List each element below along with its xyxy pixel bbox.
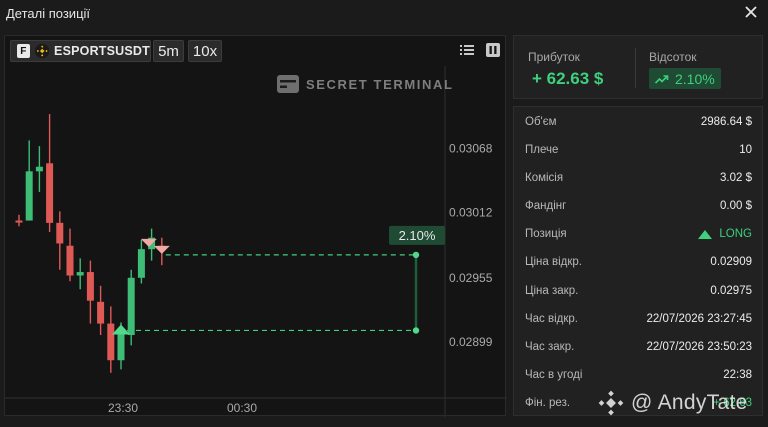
binance-logo-icon [598,390,624,416]
position-details: Об'єм 2986.64 $ Плече 10 Комісія 3.02 $ … [513,106,763,416]
profit-label: Прибуток [528,50,580,64]
binance-coin-icon [34,43,50,59]
detail-label: Час в угоді [525,369,583,381]
candle-body [117,331,125,361]
detail-value: 2986.64 $ [700,116,752,128]
window-title: Деталі позиції [6,6,91,21]
chart-panel: 0.03068 0.03012 0.02955 0.02899 23:30 00:30 2.… [4,35,507,417]
detail-label: Плече [525,144,559,156]
percent-label: Відсоток [649,50,697,64]
percent-value: 2.10% [675,70,715,87]
symbol-selector[interactable]: F ESPORTSUSDT [10,40,151,62]
candle-body [107,323,115,361]
detail-value: 10 [739,144,752,156]
profit-value: + 62.63 $ [532,69,604,88]
detail-row-volume: Об'єм 2986.64 $ [514,113,762,133]
detail-row-position: Позиція LONG [514,225,762,245]
candle-body [86,272,94,301]
timeframe-selector[interactable]: 5m [153,40,184,62]
candle-body [76,272,84,276]
x-tick-label: 00:30 [227,401,257,415]
detail-label: Комісія [525,172,564,184]
summary-divider [635,48,636,88]
detail-value: 22/07/2026 23:50:23 [646,341,752,353]
position-side: LONG [698,228,752,240]
detail-label: Час відкр. [525,313,579,325]
detail-row-funding: Фандінг 0.00 $ [514,197,762,217]
detail-row-close-time: Час закр. 22/07/2026 23:50:23 [514,338,762,358]
detail-value: 0.02975 [710,285,752,297]
detail-row-open-price: Ціна відкр. 0.02909 [514,253,762,273]
exit-dot [412,251,420,259]
triangle-up-icon [698,229,713,239]
symbol-name: ESPORTSUSDT [54,44,150,58]
detail-row-open-time: Час відкр. 22/07/2026 23:27:45 [514,310,762,330]
detail-row-duration: Час в угоді 22:38 [514,366,762,386]
detail-value: 22:38 [723,369,752,381]
detail-label: Позиція [525,228,567,240]
close-button[interactable] [744,4,758,20]
candle-body [46,163,54,223]
list-icon[interactable] [460,43,474,57]
y-tick-label: 0.02955 [449,271,493,285]
exit-marker [153,245,170,254]
pnl-summary: Прибуток + 62.63 $ Відсоток 2.10% [513,35,763,99]
candle-body [15,220,23,223]
detail-row-leverage: Плече 10 [514,141,762,161]
candle-body [137,249,145,278]
y-tick-label: 0.03068 [449,141,493,155]
close-icon[interactable] [744,4,758,20]
terminal-watermark-text: SECRET TERMINAL [306,76,454,92]
candle-body [66,245,74,276]
detail-label: Ціна відкр. [525,256,583,268]
percent-badge: 2.10% [649,68,721,89]
detail-row-commission: Комісія 3.02 $ [514,169,762,189]
detail-value: 22/07/2026 23:27:45 [646,313,752,325]
candle-body [35,166,43,172]
terminal-logo-icon [277,75,299,93]
entry-dot [412,327,420,334]
trend-up-icon [655,74,669,84]
detail-row-close-price: Ціна закр. 0.02975 [514,282,762,302]
detail-label: Час закр. [525,341,575,353]
pnl-badge-label: 2.10% [399,228,436,243]
y-tick-label: 0.02899 [449,335,493,349]
title-bar: Деталі позиції [0,0,768,28]
candle-body [97,301,105,324]
exchange-badge: F [17,44,30,58]
entry-marker [112,324,130,335]
candlestick-chart[interactable]: 0.03068 0.03012 0.02955 0.02899 23:30 00:30 2.… [5,36,507,417]
detail-label: Ціна закр. [525,285,579,297]
detail-label: Фін. рез. [525,397,571,409]
detail-value: 3.02 $ [720,172,752,184]
terminal-watermark: SECRET TERMINAL [277,75,454,93]
pause-icon[interactable] [486,43,500,57]
leverage-selector[interactable]: 10x [188,40,222,62]
creator-watermark: @ AndyTate [597,389,748,417]
creator-handle: @ AndyTate [631,391,748,414]
candle-body [25,171,33,221]
y-tick-label: 0.03012 [449,206,493,220]
detail-value: 0.02909 [710,256,752,268]
x-tick-label: 23:30 [108,401,138,415]
position-side-value: LONG [719,228,752,240]
detail-label: Об'єм [525,116,557,128]
detail-value: 0.00 $ [720,200,752,212]
chart-toolbar: F ESPORTSUSDT 5m 10x [5,36,505,66]
candle-body [127,277,135,336]
candle-body [56,222,64,244]
detail-label: Фандінг [525,200,567,212]
